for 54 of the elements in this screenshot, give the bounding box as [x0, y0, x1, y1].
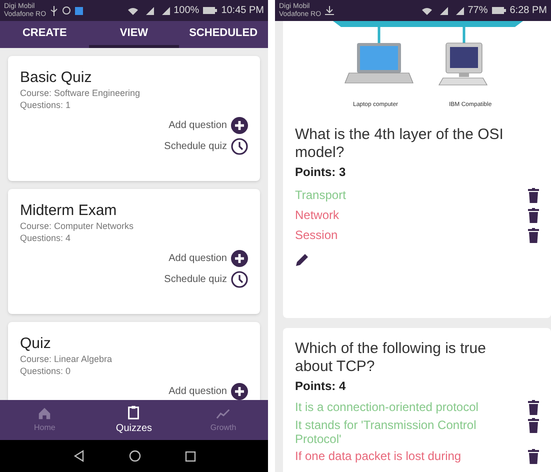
- answer-text: Network: [295, 208, 340, 222]
- trash-icon[interactable]: [528, 449, 539, 464]
- tab[interactable]: SCHEDULED: [178, 21, 268, 48]
- battery-percent: 77%: [468, 4, 488, 18]
- question-text: Which of the following is true about TCP?: [295, 340, 487, 376]
- usb-icon: [50, 6, 58, 16]
- quiz-title: Quiz: [20, 335, 52, 353]
- answer-text: It is a connection-oriented protocol: [295, 400, 478, 414]
- question-count: Questions: 0: [20, 365, 72, 377]
- plus-icon: [231, 250, 248, 267]
- answer-text: Session: [295, 228, 338, 242]
- question-count: Questions: 1: [20, 99, 72, 111]
- wifi-icon: [422, 6, 432, 14]
- home-circle-icon[interactable]: [128, 450, 140, 462]
- add-question-button[interactable]: Add question: [168, 250, 248, 267]
- answer-text: It stands for 'Transmission Control Protocol': [295, 418, 478, 446]
- wifi-icon: [128, 6, 138, 14]
- quiz-course: Course: Software Engineering: [20, 87, 142, 99]
- answer-text: Transport: [295, 188, 346, 202]
- tab[interactable]: VIEW: [89, 21, 179, 48]
- question-count: Questions: 4: [20, 232, 72, 244]
- quiz-title: Midterm Exam: [20, 202, 118, 220]
- download-icon: [325, 6, 334, 15]
- schedule-quiz-button[interactable]: Schedule quiz: [164, 138, 248, 155]
- trash-icon[interactable]: [528, 228, 539, 243]
- quiz-course: Course: Computer Networks: [20, 220, 135, 232]
- tab[interactable]: CREATE: [0, 21, 90, 48]
- battery-percent: 100%: [174, 4, 200, 18]
- clipboard-icon: [126, 404, 142, 420]
- plus-icon: [231, 117, 248, 134]
- square-icon[interactable]: [184, 450, 196, 462]
- question-text: What is the 4th layer of the OSI model?: [295, 126, 504, 162]
- clock-icon: [231, 138, 248, 155]
- add-question-button[interactable]: Add question: [168, 383, 248, 400]
- trash-icon[interactable]: [528, 188, 539, 203]
- quiz-course: Course: Linear Algebra: [20, 353, 114, 365]
- home-icon: [37, 406, 52, 421]
- schedule-quiz-button[interactable]: Schedule quiz: [164, 271, 248, 288]
- question-points: Points: 4: [295, 378, 347, 395]
- answer-text: If one data packet is lost during: [295, 449, 462, 463]
- trash-icon[interactable]: [528, 400, 539, 415]
- nav-item[interactable]: Quizzes: [89, 400, 179, 440]
- question-points: Points: 3: [295, 164, 347, 181]
- battery-icon: [492, 7, 506, 14]
- status-time: 10:45 PM: [221, 4, 264, 18]
- battery-icon: [203, 7, 218, 14]
- add-question-button[interactable]: Add question: [168, 117, 248, 134]
- clock-icon: [231, 271, 248, 288]
- quiz-title: Basic Quiz: [20, 69, 93, 87]
- back-icon[interactable]: [72, 450, 84, 462]
- trash-icon[interactable]: [528, 208, 539, 223]
- pencil-icon[interactable]: [295, 253, 309, 267]
- trash-icon[interactable]: [528, 418, 539, 433]
- status-time: 6:28 PM: [510, 4, 547, 18]
